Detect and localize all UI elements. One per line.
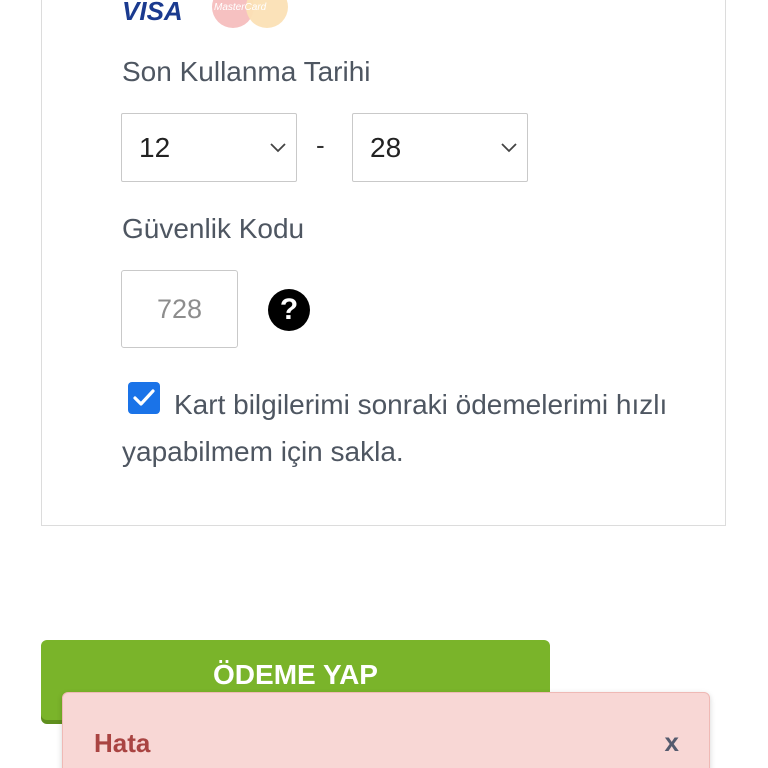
save-card-label: Kart bilgilerimi sonraki ödemelerimi hız… — [122, 389, 668, 467]
expiry-separator: - — [316, 130, 325, 160]
chevron-down-icon — [501, 143, 517, 153]
payment-page: VISA MasterCard Son Kullanma Tarihi 12 -… — [0, 0, 768, 768]
pay-button-label: ÖDEME YAP — [213, 659, 378, 690]
security-code-input[interactable] — [121, 270, 238, 348]
expiry-month-value: 12 — [139, 132, 171, 163]
expiry-year-value: 28 — [370, 132, 402, 163]
expiry-month-select[interactable]: 12 — [121, 113, 297, 182]
error-alert: Hata x — [62, 692, 710, 768]
expiry-year-select[interactable]: 28 — [352, 113, 528, 182]
save-card-checkbox[interactable] — [128, 382, 160, 414]
help-icon[interactable]: ? — [268, 289, 310, 331]
expiry-label: Son Kullanma Tarihi — [122, 56, 371, 87]
security-code-label: Güvenlik Kodu — [122, 213, 305, 244]
checkmark-icon — [133, 389, 155, 406]
mastercard-logo: MasterCard — [212, 0, 290, 28]
close-icon[interactable]: x — [665, 727, 679, 758]
chevron-down-icon — [270, 143, 286, 153]
visa-logo: VISA — [122, 0, 183, 26]
alert-title: Hata — [94, 728, 151, 758]
